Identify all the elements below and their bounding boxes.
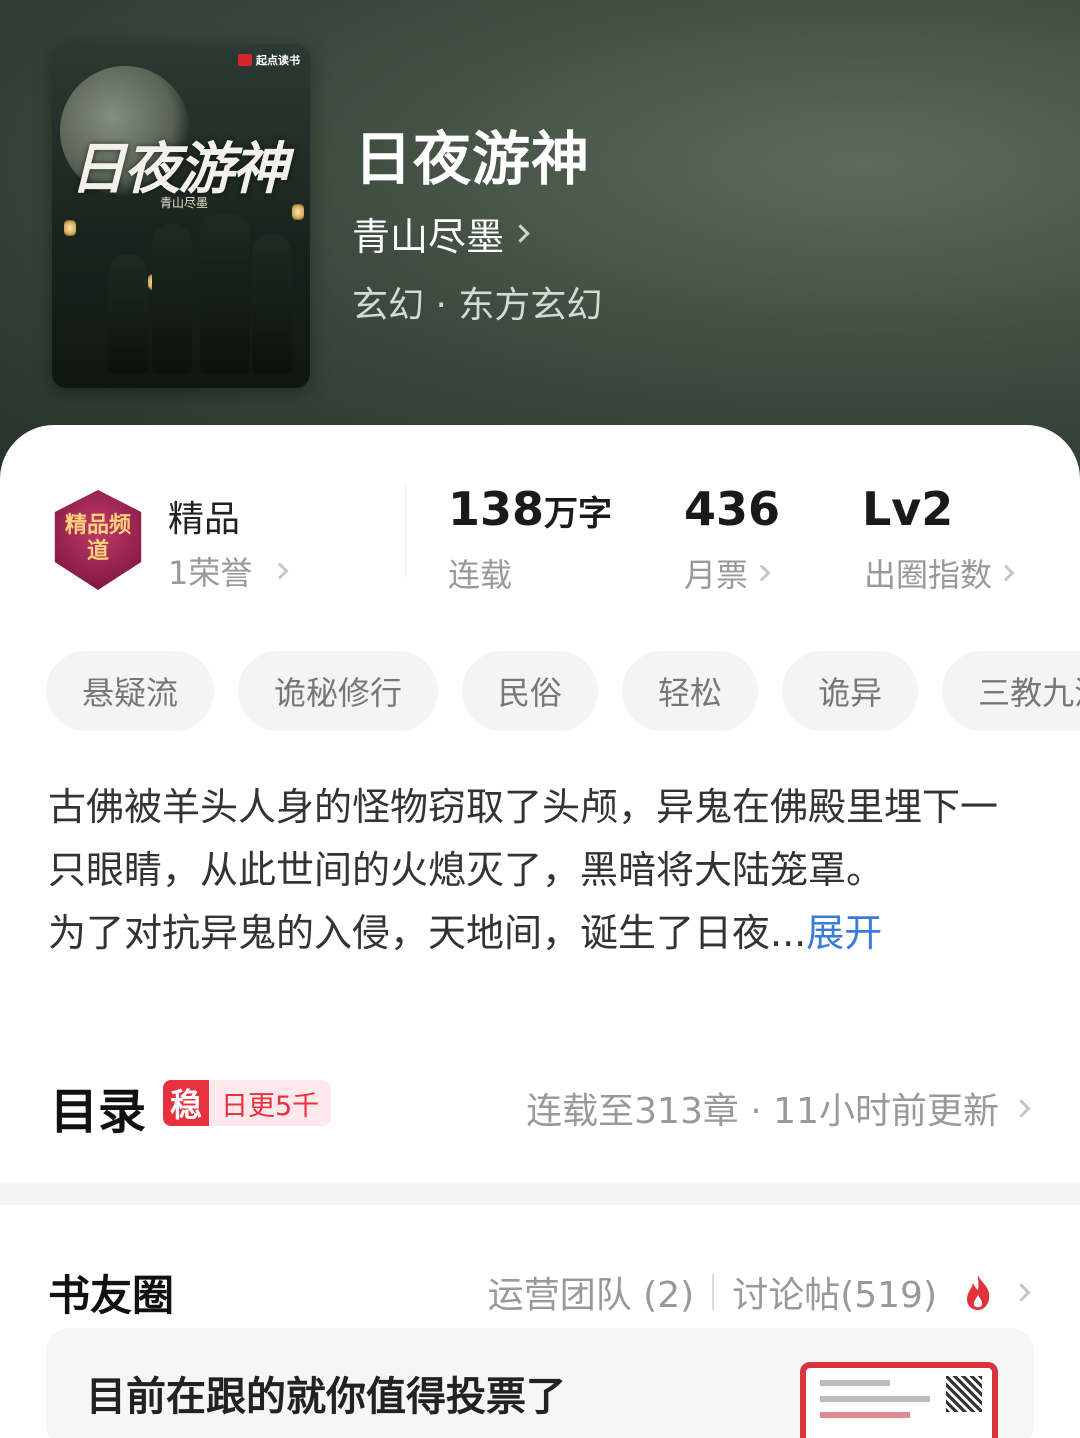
qidian-logo-icon	[238, 54, 252, 66]
team-count: 运营团队 (2)	[487, 1275, 695, 1316]
honor-name: 精品	[168, 499, 241, 540]
cover-title: 日夜游神	[70, 136, 288, 202]
book-genre[interactable]: 玄幻 · 东方玄幻	[352, 276, 602, 328]
author-name: 青山尽墨	[352, 215, 505, 259]
tag-chip[interactable]: 诡异	[782, 651, 919, 731]
thumbnail-line	[820, 1412, 910, 1418]
stable-icon: 稳	[163, 1080, 209, 1126]
figure-decoration	[200, 214, 250, 374]
reader-circle-title[interactable]: 书友圈	[48, 1262, 174, 1323]
thumbnail-line	[820, 1396, 930, 1402]
toc-link[interactable]: 连载至313章 · 11小时前更新	[526, 1082, 1031, 1134]
tag-chip[interactable]: 三教九流	[942, 651, 1080, 731]
chevron-right-icon	[997, 564, 1015, 582]
tag-chip[interactable]: 悬疑流	[46, 651, 215, 731]
divider	[712, 1274, 715, 1310]
chapter-info: 连载至313章 · 11小时前更新	[526, 1091, 999, 1132]
description-text: 古佛被羊头人身的怪物窃取了头颅，异鬼在佛殿里埋下一只眼睛，从此世间的火熄灭了，黑…	[48, 785, 999, 892]
chevron-right-icon	[271, 562, 289, 580]
tag-list: 悬疑流 诡秘修行 民俗 轻松 诡异 三教九流	[46, 651, 1080, 731]
post-card[interactable]: 目前在跟的就你值得投票了	[46, 1328, 1034, 1438]
tag-chip[interactable]: 民俗	[462, 651, 599, 731]
chevron-right-icon	[511, 224, 530, 243]
book-title: 日夜游神	[354, 125, 591, 193]
description-text-2: 为了对抗异鬼的入侵，天地间，诞生了日夜...	[48, 911, 807, 955]
post-title: 目前在跟的就你值得投票了	[86, 1374, 566, 1420]
monthly-tickets: 436	[684, 482, 781, 536]
badge-text: 精品频道	[64, 512, 131, 564]
tag-chip[interactable]: 轻松	[622, 651, 759, 731]
cover-author: 青山尽墨	[160, 196, 209, 210]
chevron-right-icon	[1012, 1282, 1031, 1302]
thumbnail-line	[820, 1380, 890, 1386]
toc-title[interactable]: 目录	[50, 1072, 146, 1142]
section-divider	[0, 1183, 1080, 1205]
update-frequency: 日更5千	[209, 1080, 332, 1126]
cover-publisher-badge: 起点读书	[238, 52, 300, 68]
honor-badge-icon[interactable]: 精品频道	[50, 490, 146, 590]
figure-decoration	[152, 224, 192, 374]
word-count: 138万字	[448, 482, 613, 536]
update-badge: 稳 日更5千	[163, 1080, 332, 1126]
popularity-index-link[interactable]: 出圈指数	[864, 550, 1015, 596]
status-label: 连载	[448, 556, 513, 594]
figure-decoration	[252, 234, 292, 374]
tag-chip[interactable]: 诡秘修行	[238, 651, 439, 731]
popularity-index: Lv2	[862, 482, 954, 536]
post-thumbnail	[800, 1362, 998, 1438]
figure-decoration	[108, 254, 148, 374]
fire-icon	[967, 1275, 990, 1310]
reader-circle-link[interactable]: 运营团队 (2) 讨论帖(519)	[487, 1266, 1031, 1318]
monthly-tickets-link[interactable]: 月票	[684, 550, 771, 596]
book-description[interactable]: 古佛被羊头人身的怪物窃取了头颅，异鬼在佛殿里埋下一只眼睛，从此世间的火熄灭了，黑…	[48, 776, 1028, 965]
lantern-decoration	[64, 220, 76, 236]
lantern-decoration	[292, 204, 304, 220]
honor-link[interactable]: 1荣誉	[168, 548, 289, 594]
divider	[405, 482, 406, 578]
qr-code-icon	[946, 1376, 982, 1412]
honor-count: 1荣誉	[168, 554, 253, 592]
chevron-right-icon	[753, 564, 771, 582]
post-count: 讨论帖(519)	[732, 1275, 937, 1316]
book-cover[interactable]: 起点读书 日夜游神 青山尽墨	[52, 44, 310, 388]
chevron-right-icon	[1012, 1098, 1031, 1118]
expand-link[interactable]: 展开	[806, 911, 882, 955]
author-link[interactable]: 青山尽墨	[352, 206, 530, 261]
